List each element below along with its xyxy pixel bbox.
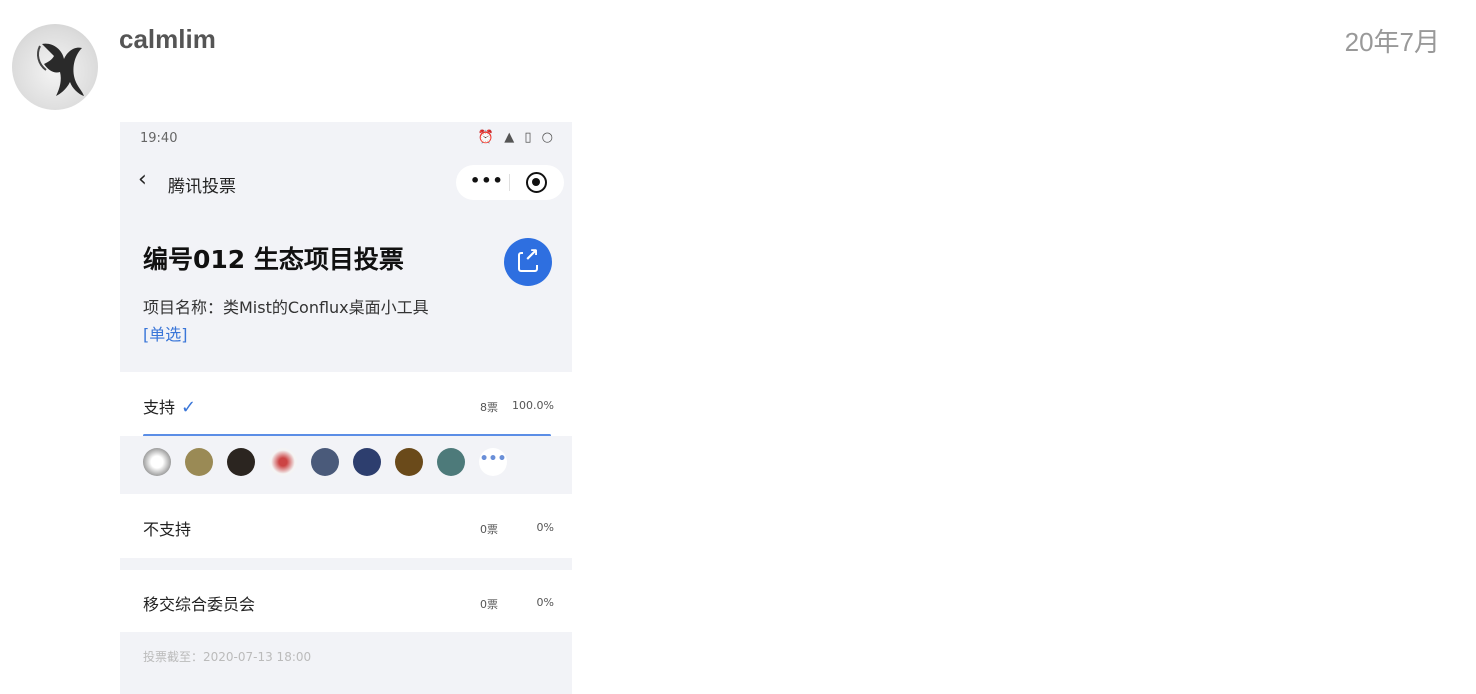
option-votes: 8票 [480,401,498,414]
status-icons: ⏰ ▲ ▯ ○ [477,130,556,145]
voter-avatar[interactable] [395,448,423,476]
option-percent: 0% [536,521,554,534]
vote-deadline: 投票截至：2020-07-13 18:00 [143,650,312,664]
mini-program-capsule: ••• [456,165,564,200]
option-percent: 100.0% [512,399,554,412]
vote-option-oppose[interactable]: 不支持 0票 0% [120,494,572,558]
voter-avatar[interactable] [311,448,339,476]
option-votes: 0票 [480,598,498,611]
option-percent: 0% [536,596,554,609]
moment-post: calmlim 20年7月 19:40 ⏰ ▲ ▯ ○ ‹ 腾讯投票 ••• 编… [0,0,1476,694]
option-label: 支持 ✓ [143,394,196,418]
target-icon[interactable] [526,172,547,193]
nav-title: 腾讯投票 [168,177,236,197]
vote-option-committee[interactable]: 移交综合委员会 0票 0% [120,570,572,632]
more-voters-icon[interactable]: ••• [479,448,507,476]
share-button[interactable]: ↗ [504,238,552,286]
voter-avatars: ••• [120,436,572,492]
shared-screenshot[interactable]: 19:40 ⏰ ▲ ▯ ○ ‹ 腾讯投票 ••• 编号012 生态项目投票 ↗ … [120,122,572,694]
vote-description: 项目名称：类Mist的Conflux桌面小工具 [143,298,429,317]
avatar[interactable] [12,24,98,110]
vote-title: 编号012 生态项目投票 [143,245,404,274]
voter-avatar[interactable] [437,448,465,476]
vote-mode: [单选] [143,325,188,344]
status-time: 19:40 [140,131,178,146]
bird-avatar-image [37,43,84,96]
voter-avatar[interactable] [269,448,297,476]
voter-avatar[interactable] [143,448,171,476]
option-votes: 0票 [480,523,498,536]
share-arrow-icon: ↗ [523,245,541,266]
capsule-divider [509,174,510,191]
post-date: 20年7月 [1344,27,1440,57]
voter-avatar[interactable] [227,448,255,476]
option-label: 不支持 [143,520,192,539]
option-label: 移交综合委员会 [143,595,256,614]
voter-avatar[interactable] [185,448,213,476]
back-chevron-icon[interactable]: ‹ [138,169,147,191]
more-dots-icon[interactable]: ••• [470,171,504,190]
voter-avatar[interactable] [353,448,381,476]
option-label-text: 支持 [143,398,176,417]
check-icon: ✓ [181,397,197,418]
username[interactable]: calmlim [119,24,216,55]
vote-option-support[interactable]: 支持 ✓ 8票 100.0% [120,372,572,437]
